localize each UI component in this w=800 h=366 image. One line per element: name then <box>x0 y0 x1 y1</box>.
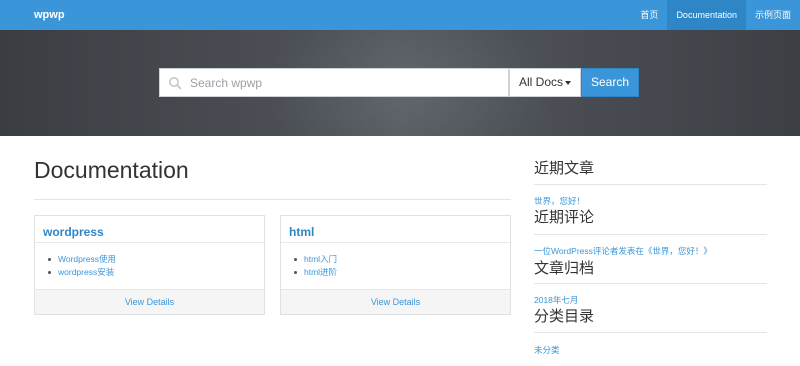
search-box <box>159 68 509 97</box>
recent-comment-link[interactable]: 一位WordPress评论者发表在《世界，您好！》 <box>534 245 712 257</box>
doc-card-html: html html入门 html进阶 View Details <box>280 215 511 315</box>
site-brand[interactable]: wpwp <box>34 9 65 21</box>
search-input[interactable] <box>190 72 500 94</box>
caret-down-icon <box>565 81 571 85</box>
card-title-link[interactable]: html <box>289 225 314 239</box>
nav-link-home[interactable]: 首页 <box>631 0 667 30</box>
widget-divider <box>534 283 767 284</box>
card-doc-link[interactable]: html入门 <box>294 253 510 266</box>
doc-card-wordpress: wordpress Wordpress使用 wordpress安装 View D… <box>34 215 265 315</box>
title-divider <box>34 199 511 200</box>
nav-link-documentation[interactable]: Documentation <box>667 0 746 30</box>
page-title: Documentation <box>34 157 189 183</box>
widget-heading-recent-posts: 近期文章 <box>534 160 595 177</box>
hero-banner: All Docs Search <box>0 30 800 136</box>
card-doc-link[interactable]: wordpress安装 <box>48 266 264 279</box>
widget-divider <box>534 184 767 185</box>
view-details-link[interactable]: View Details <box>35 289 264 314</box>
card-doc-list: Wordpress使用 wordpress安装 <box>35 243 264 289</box>
category-link[interactable]: 未分类 <box>534 344 560 356</box>
doc-scope-label: All Docs <box>519 75 564 89</box>
card-doc-link[interactable]: html进阶 <box>294 266 510 279</box>
view-details-link[interactable]: View Details <box>281 289 510 314</box>
search-button[interactable]: Search <box>581 68 639 97</box>
card-header: html <box>281 216 510 243</box>
widget-divider <box>534 332 767 333</box>
card-header: wordpress <box>35 216 264 243</box>
doc-scope-dropdown[interactable]: All Docs <box>509 68 581 97</box>
nav-link-sample-page[interactable]: 示例页面 <box>746 0 800 30</box>
search-icon <box>169 77 182 90</box>
widget-divider <box>534 234 767 235</box>
top-navbar: wpwp 首页 Documentation 示例页面 <box>0 0 800 30</box>
widget-heading-categories: 分类目录 <box>534 308 595 325</box>
widget-heading-recent-comments: 近期评论 <box>534 209 595 226</box>
card-title-link[interactable]: wordpress <box>43 225 104 239</box>
widget-heading-archives: 文章归档 <box>534 260 595 277</box>
card-doc-link[interactable]: Wordpress使用 <box>48 253 264 266</box>
card-doc-list: html入门 html进阶 <box>281 243 510 289</box>
nav-links: 首页 Documentation 示例页面 <box>631 0 800 30</box>
